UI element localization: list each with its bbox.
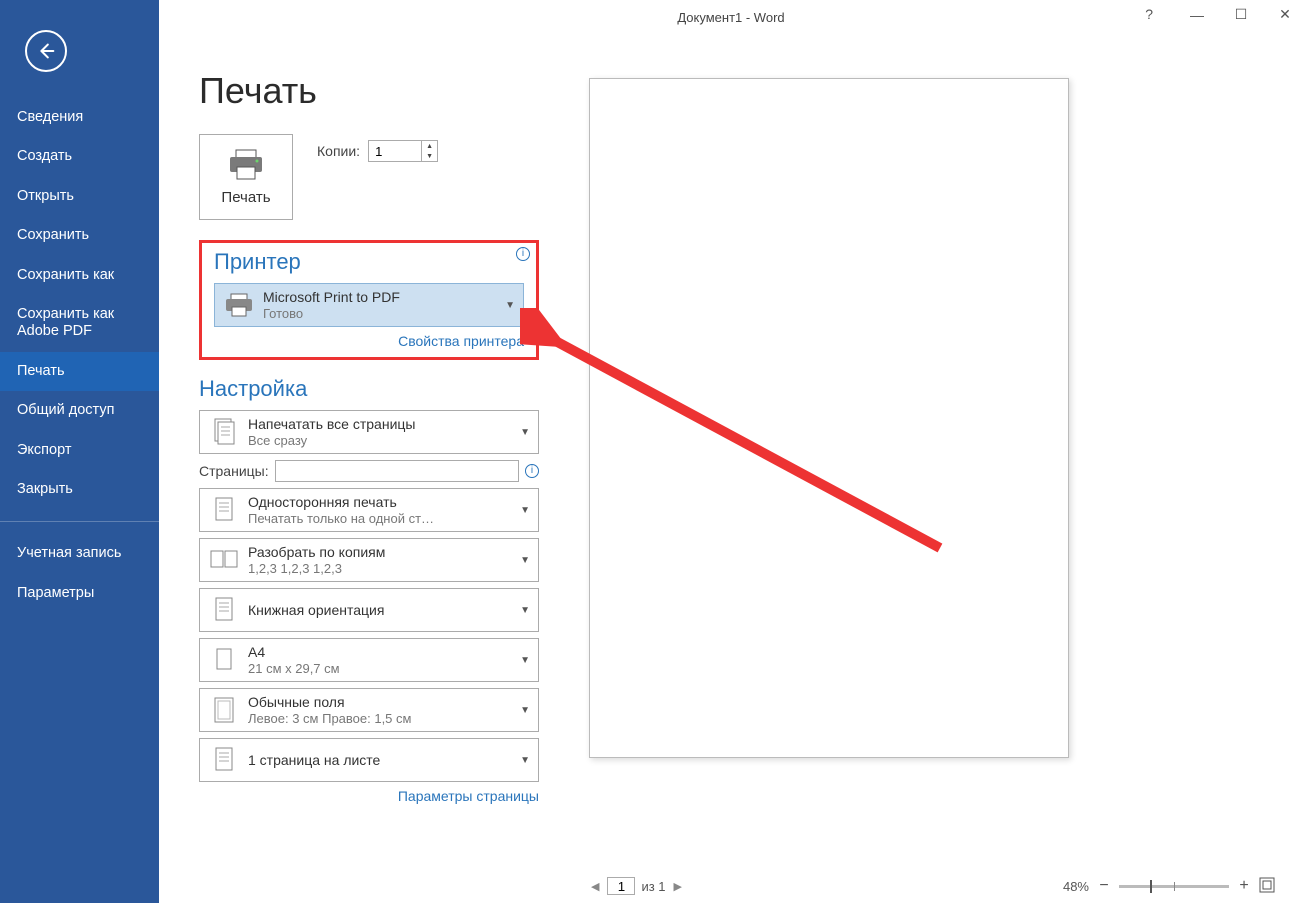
printer-info-icon[interactable]: i (516, 247, 530, 261)
pages-input[interactable] (275, 460, 519, 482)
chevron-down-icon: ▼ (505, 300, 515, 311)
orientation-dropdown[interactable]: Книжная ориентация ▼ (199, 588, 539, 632)
sidebar-item-8[interactable]: Экспорт (0, 431, 159, 470)
pages-info-icon[interactable]: i (525, 464, 539, 478)
print-what-sub: Все сразу (248, 433, 514, 448)
chevron-down-icon: ▼ (520, 427, 530, 438)
printer-section-highlight: i Принтер Microsoft Print to PDF Готово (199, 240, 539, 360)
chevron-down-icon: ▼ (520, 705, 530, 716)
pages-label: Страницы: (199, 463, 269, 479)
sidebar-item-5[interactable]: Сохранить как Adobe PDF (0, 295, 159, 352)
margins-sub: Левое: 3 см Правое: 1,5 см (248, 711, 514, 726)
sidebar-bottom-item-1[interactable]: Параметры (0, 574, 159, 613)
print-button-label: Печать (221, 189, 270, 206)
copies-down[interactable]: ▼ (422, 151, 437, 161)
per-sheet-dropdown[interactable]: 1 страница на листе ▼ (199, 738, 539, 782)
settings-section-title: Настройка (199, 376, 539, 402)
collate-dropdown[interactable]: Разобрать по копиям 1,2,3 1,2,3 1,2,3 ▼ (199, 538, 539, 582)
next-page-button[interactable]: ▶ (672, 880, 684, 893)
portrait-icon (213, 596, 235, 624)
sidebar-item-9[interactable]: Закрыть (0, 470, 159, 509)
sides-dropdown[interactable]: Односторонняя печать Печатать только на … (199, 488, 539, 532)
copies-input[interactable] (369, 141, 421, 161)
print-button[interactable]: Печать (199, 134, 293, 220)
print-controls: Печать Печать Копии: (199, 70, 539, 903)
sides-sub: Печатать только на одной ст… (248, 511, 514, 526)
current-page-input[interactable] (607, 877, 635, 895)
printer-properties-link[interactable]: Свойства принтера (214, 333, 524, 349)
collate-sub: 1,2,3 1,2,3 1,2,3 (248, 561, 514, 576)
sidebar: СведенияСоздатьОткрытьСохранитьСохранить… (0, 0, 159, 903)
paper-title: A4 (248, 644, 514, 660)
main-area: Печать Печать Копии: (159, 0, 1303, 903)
chevron-down-icon: ▼ (520, 555, 530, 566)
arrow-left-icon (35, 40, 57, 62)
sidebar-item-1[interactable]: Создать (0, 137, 159, 176)
page-setup-link[interactable]: Параметры страницы (199, 788, 539, 804)
copies-label: Копии: (317, 143, 360, 159)
per-sheet-icon (213, 746, 235, 774)
printer-small-icon (224, 293, 254, 317)
chevron-down-icon: ▼ (520, 755, 530, 766)
one-side-icon (212, 495, 236, 525)
chevron-down-icon: ▼ (520, 505, 530, 516)
sidebar-item-2[interactable]: Открыть (0, 177, 159, 216)
fit-page-button[interactable] (1259, 877, 1275, 896)
sidebar-bottom-item-0[interactable]: Учетная запись (0, 534, 159, 573)
printer-section-title: Принтер (214, 249, 524, 275)
per-sheet-title: 1 страница на листе (248, 752, 514, 768)
fit-icon (1259, 877, 1275, 893)
print-what-title: Напечатать все страницы (248, 416, 514, 432)
sidebar-item-0[interactable]: Сведения (0, 98, 159, 137)
collate-title: Разобрать по копиям (248, 544, 514, 560)
paper-dropdown[interactable]: A4 21 см x 29,7 см ▼ (199, 638, 539, 682)
sides-title: Односторонняя печать (248, 494, 514, 510)
sidebar-item-3[interactable]: Сохранить (0, 216, 159, 255)
page-title: Печать (199, 70, 539, 112)
sidebar-item-4[interactable]: Сохранить как (0, 256, 159, 295)
paper-sub: 21 см x 29,7 см (248, 661, 514, 676)
sidebar-item-6[interactable]: Печать (0, 352, 159, 391)
pages-icon (210, 417, 238, 447)
margins-title: Обычные поля (248, 694, 514, 710)
prev-page-button[interactable]: ◀ (589, 880, 601, 893)
chevron-down-icon: ▼ (520, 605, 530, 616)
printer-status: Готово (263, 306, 499, 321)
page-of-label: из 1 (641, 879, 665, 894)
collate-icon (209, 547, 239, 573)
printer-icon (226, 149, 266, 181)
orientation-title: Книжная ориентация (248, 602, 514, 618)
zoom-out-button[interactable]: − (1097, 877, 1111, 895)
margins-icon (212, 696, 236, 724)
zoom-in-button[interactable]: + (1237, 877, 1251, 895)
page-preview (589, 78, 1069, 758)
printer-dropdown[interactable]: Microsoft Print to PDF Готово ▼ (214, 283, 524, 327)
page-size-icon (213, 646, 235, 674)
zoom-slider[interactable] (1119, 885, 1229, 888)
sidebar-item-7[interactable]: Общий доступ (0, 391, 159, 430)
copies-up[interactable]: ▲ (422, 141, 437, 151)
back-button[interactable] (25, 30, 67, 72)
zoom-value: 48% (1063, 879, 1089, 894)
preview-footer: ◀ из 1 ▶ 48% − + (589, 873, 1275, 899)
print-what-dropdown[interactable]: Напечатать все страницы Все сразу ▼ (199, 410, 539, 454)
copies-spinner[interactable]: ▲ ▼ (368, 140, 438, 162)
margins-dropdown[interactable]: Обычные поля Левое: 3 см Правое: 1,5 см … (199, 688, 539, 732)
preview-area: ◀ из 1 ▶ 48% − + (539, 70, 1281, 903)
chevron-down-icon: ▼ (520, 655, 530, 666)
sidebar-separator (0, 521, 159, 522)
printer-name: Microsoft Print to PDF (263, 289, 499, 305)
